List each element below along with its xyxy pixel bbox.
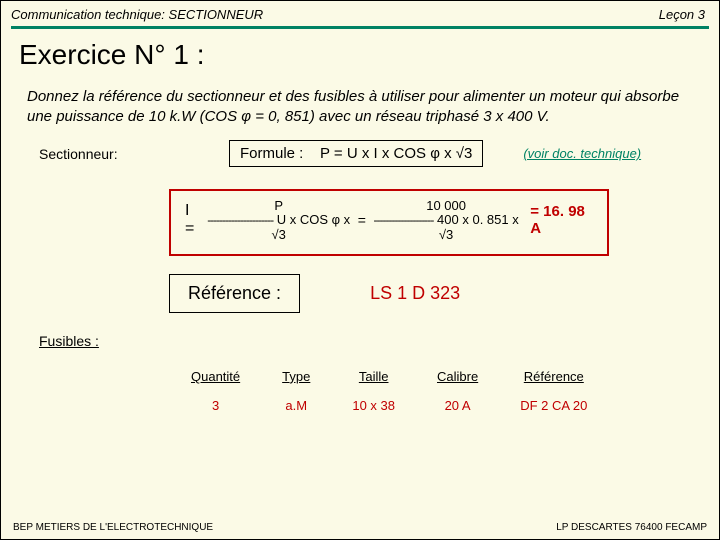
rhs-denominator: 400 x 0. 851 x √3	[437, 212, 519, 241]
lhs-prefix: I =	[185, 202, 202, 238]
footer-right: LP DESCARTES 76400 FECAMP	[556, 522, 707, 533]
instruction-text: Donnez la référence du sectionneur et de…	[1, 83, 719, 136]
header-left: Communication technique: SECTIONNEUR	[11, 7, 263, 22]
formula-label: Formule :	[240, 145, 303, 162]
formula-box: Formule : P = U x I x COS φ x √3	[229, 140, 483, 167]
th-ref: Référence	[500, 363, 607, 390]
rhs-numerator: 10 000	[372, 199, 520, 213]
doc-link[interactable]: (voir doc. technique)	[523, 146, 641, 161]
td-size: 10 x 38	[332, 392, 415, 419]
equals-1: =	[358, 212, 366, 228]
th-type: Type	[262, 363, 330, 390]
formula-expr: P = U x I x COS φ x √3	[320, 145, 472, 162]
table-header-row: Quantité Type Taille Calibre Référence	[171, 363, 607, 390]
th-cal: Calibre	[417, 363, 498, 390]
fusibles-label: Fusibles :	[1, 313, 719, 349]
th-size: Taille	[332, 363, 415, 390]
td-ref: DF 2 CA 20	[500, 392, 607, 419]
th-qty: Quantité	[171, 363, 260, 390]
rhs-dash: --------------------	[374, 213, 434, 227]
reference-label-box: Référence :	[169, 274, 300, 313]
lhs-dash: ----------------------	[207, 213, 273, 227]
footer-left: BEP METIERS DE L'ELECTROTECHNIQUE	[13, 522, 213, 533]
fusibles-table: Quantité Type Taille Calibre Référence 3…	[169, 361, 609, 421]
header-right: Leçon 3	[659, 7, 705, 22]
exercise-title: Exercice N° 1 :	[1, 29, 719, 83]
td-qty: 3	[171, 392, 260, 419]
lhs-denominator: U x COS φ x √3	[271, 212, 350, 241]
sectionneur-label: Sectionneur:	[39, 146, 229, 162]
calculation-box: I = P ---------------------- U x COS φ x…	[169, 189, 609, 256]
reference-value: LS 1 D 323	[370, 283, 460, 304]
table-row: 3 a.M 10 x 38 20 A DF 2 CA 20	[171, 392, 607, 419]
td-type: a.M	[262, 392, 330, 419]
td-cal: 20 A	[417, 392, 498, 419]
calc-result: = 16. 98 A	[530, 203, 593, 237]
lhs-numerator: P	[206, 199, 352, 213]
